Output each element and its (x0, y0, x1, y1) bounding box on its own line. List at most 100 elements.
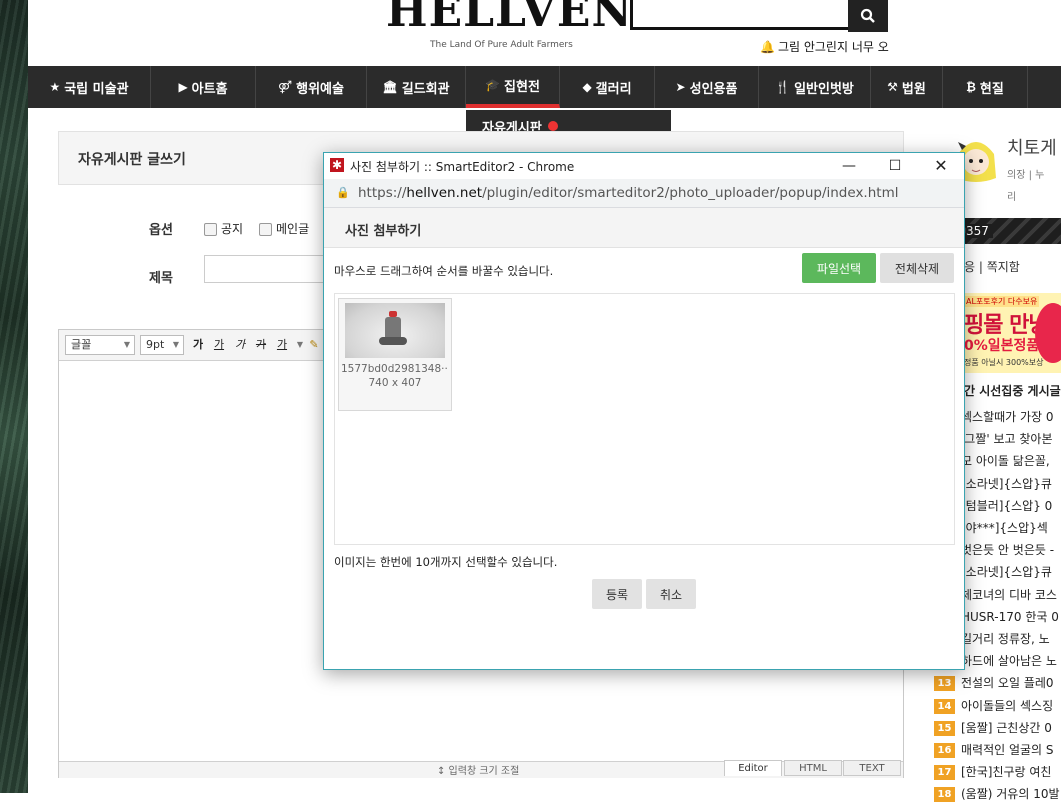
delete-all-button[interactable]: 전체삭제 (880, 253, 954, 283)
tab-html[interactable]: HTML (784, 760, 842, 776)
user-rank: 의장 | 누 (1007, 170, 1045, 181)
underline-button[interactable]: 가 (211, 335, 227, 355)
nav-item-gallery[interactable]: ◆ 갤러리 (560, 66, 655, 108)
tab-editor[interactable]: Editor (724, 760, 782, 776)
font-select[interactable]: 글꼴 ▼ (65, 335, 135, 355)
nav-label: 현질 (979, 81, 1004, 97)
search-button[interactable] (848, 0, 888, 32)
url-host: hellven.net (406, 185, 483, 201)
bitcoin-icon: ₿ (966, 80, 976, 94)
notice-ticker[interactable]: 🔔 그림 안그린지 너무 오 (760, 38, 889, 55)
lock-icon[interactable]: 🔒 (336, 186, 350, 199)
nav-item-court[interactable]: ⚒ 법원 (871, 66, 943, 108)
nav-item-arthome[interactable]: ▶ 아트홈 (151, 66, 256, 108)
popular-post-title: 벗은듯 안 벗은듯 - (961, 543, 1055, 558)
popular-post-title: 모 아이돌 닮은꼴, (961, 454, 1050, 469)
nav-label: 법원 (901, 81, 926, 97)
subject-input[interactable] (204, 255, 334, 283)
photo-thumbnail-image[interactable] (345, 303, 445, 358)
checkbox-label: 공지 (221, 222, 244, 236)
close-button[interactable]: ✕ (918, 153, 964, 179)
highlight-icon[interactable]: ✎ (306, 335, 322, 355)
search-icon (860, 8, 875, 23)
site-logo[interactable]: HELLVEN (386, 0, 633, 37)
checkbox-label: 메인글 (276, 222, 310, 236)
rank-badge: 13 (934, 676, 955, 692)
nav-item-performance[interactable]: ⚤ 행위예술 (256, 66, 367, 108)
rank-badge: 18 (934, 787, 955, 803)
popular-post-title: 전설의 오일 플레0 (961, 676, 1054, 691)
popular-post-item[interactable]: 17 [한국]친구랑 여친 (934, 762, 1051, 782)
popular-post-title: [텀블러]{스압} 0 (961, 498, 1053, 513)
strikethrough-button[interactable]: 가 (253, 335, 269, 355)
popular-post-title: 체코녀의 디바 코스 (961, 587, 1057, 602)
popular-post-item[interactable]: 15 [움짤] 근친상간 0 (934, 718, 1052, 738)
popular-post-title: 하드에 살아남은 노 (961, 654, 1057, 669)
popular-post-title: [소라넷]{스압}큐 (961, 565, 1052, 580)
popular-post-item[interactable]: 13 전설의 오일 플레0 (934, 673, 1054, 693)
editor-resize-handle[interactable]: ↕ 입력창 크기 조절 (437, 762, 519, 777)
gender-icon: ⚤ (278, 80, 293, 94)
nav-label: 길드회관 (401, 81, 450, 97)
main-post-checkbox[interactable]: 메인글 (259, 220, 309, 237)
popular-post-title: [움짤] 근친상간 0 (961, 720, 1052, 735)
chevron-down-icon: ▼ (123, 340, 130, 349)
upload-limit-hint: 이미지는 한번에 10개까지 선택할수 있습니다. (334, 555, 558, 569)
graduation-cap-icon: 🎓 (485, 78, 501, 92)
rank-badge: 15 (934, 720, 955, 736)
popular-post-title: 아이돌들의 섹스징 (961, 698, 1054, 713)
nav-item-national-gallery[interactable]: ★ 국립 미술관 (28, 66, 151, 108)
ad-subline: 0%일본정품! (964, 338, 1046, 354)
rank-badge: 16 (934, 743, 955, 758)
nav-label: 국립 미술관 (64, 81, 129, 97)
photo-dimensions: 740 x 407 (368, 377, 422, 389)
user-name[interactable]: 치토게 (1007, 134, 1057, 160)
cancel-button[interactable]: 취소 (646, 579, 696, 609)
font-color-button[interactable]: 가 (274, 335, 290, 355)
user-links[interactable]: 응 | 쪽지함 (964, 258, 1020, 275)
page-title: 자유게시판 글쓰기 (78, 152, 186, 168)
checkbox-icon[interactable] (259, 223, 272, 236)
smarteditor-app-icon: ✱ (330, 158, 344, 172)
bold-button[interactable]: 가 (190, 335, 206, 355)
maximize-button[interactable]: ☐ (872, 153, 918, 179)
nav-item-jiphyeonjeon[interactable]: 🎓 집현전 (466, 66, 560, 108)
popular-post-item[interactable]: 14 아이돌들의 섹스징 (934, 696, 1053, 716)
cutlery-icon: 🍴 (775, 80, 791, 94)
robot-figure (379, 311, 407, 345)
chevron-down-icon: ▼ (172, 340, 179, 349)
popular-post-title: '그짤' 보고 찾아본 (961, 432, 1053, 447)
register-button[interactable]: 등록 (592, 579, 642, 609)
nav-item-webcam[interactable]: 🍴 일반인벗방 (759, 66, 871, 108)
background-image (0, 0, 28, 793)
nav-label: 성인용품 (689, 81, 738, 97)
minimize-button[interactable]: — (826, 153, 872, 179)
diamond-icon: ◆ (582, 80, 592, 94)
gavel-icon: ⚒ (887, 80, 898, 94)
popular-post-title: (움짤) 거유의 10발 (961, 787, 1060, 802)
popular-post-title: [한국]친구랑 여친 (961, 765, 1052, 780)
youtube-icon: ▶ (178, 80, 188, 94)
checkbox-icon[interactable] (204, 223, 217, 236)
nav-label: 집현전 (504, 79, 540, 95)
notice-checkbox[interactable]: 공지 (204, 220, 243, 237)
font-size-value: 9pt (146, 338, 165, 351)
popular-post-item[interactable]: 18 (움짤) 거유의 10발 (934, 784, 1060, 804)
sidebar-ad-banner[interactable]: AL포토후기 다수보유 핑몰 만냥 0%일본정품! 정품 아닐시 300%보상 (964, 293, 1061, 373)
popular-posts-title: 간 시선집중 게시글 (964, 384, 1061, 398)
url-text[interactable]: https://hellven.net/plugin/editor/smarte… (358, 185, 898, 201)
bell-icon: 🔔 (760, 40, 775, 54)
popular-post-title: 섹스할때가 가장 0 (961, 410, 1054, 424)
nav-item-guildhall[interactable]: 🏛 길드회관 (367, 66, 466, 108)
url-scheme: https:// (358, 185, 407, 201)
nav-label: 아트홈 (191, 81, 228, 97)
nav-item-cash[interactable]: ₿ 현질 (943, 66, 1028, 108)
tab-text[interactable]: TEXT (843, 760, 901, 776)
popular-post-item[interactable]: 16 매력적인 얼굴의 S (934, 740, 1054, 760)
file-select-button[interactable]: 파일선택 (802, 253, 876, 283)
font-size-select[interactable]: 9pt ▼ (140, 335, 184, 355)
drag-hint: 마우스로 드래그하여 순서를 바꿀수 있습니다. (334, 264, 554, 278)
italic-button[interactable]: 가 (232, 335, 248, 355)
rank-badge: 17 (934, 765, 955, 781)
nav-item-adult-goods[interactable]: ➤ 성인용품 (655, 66, 759, 108)
